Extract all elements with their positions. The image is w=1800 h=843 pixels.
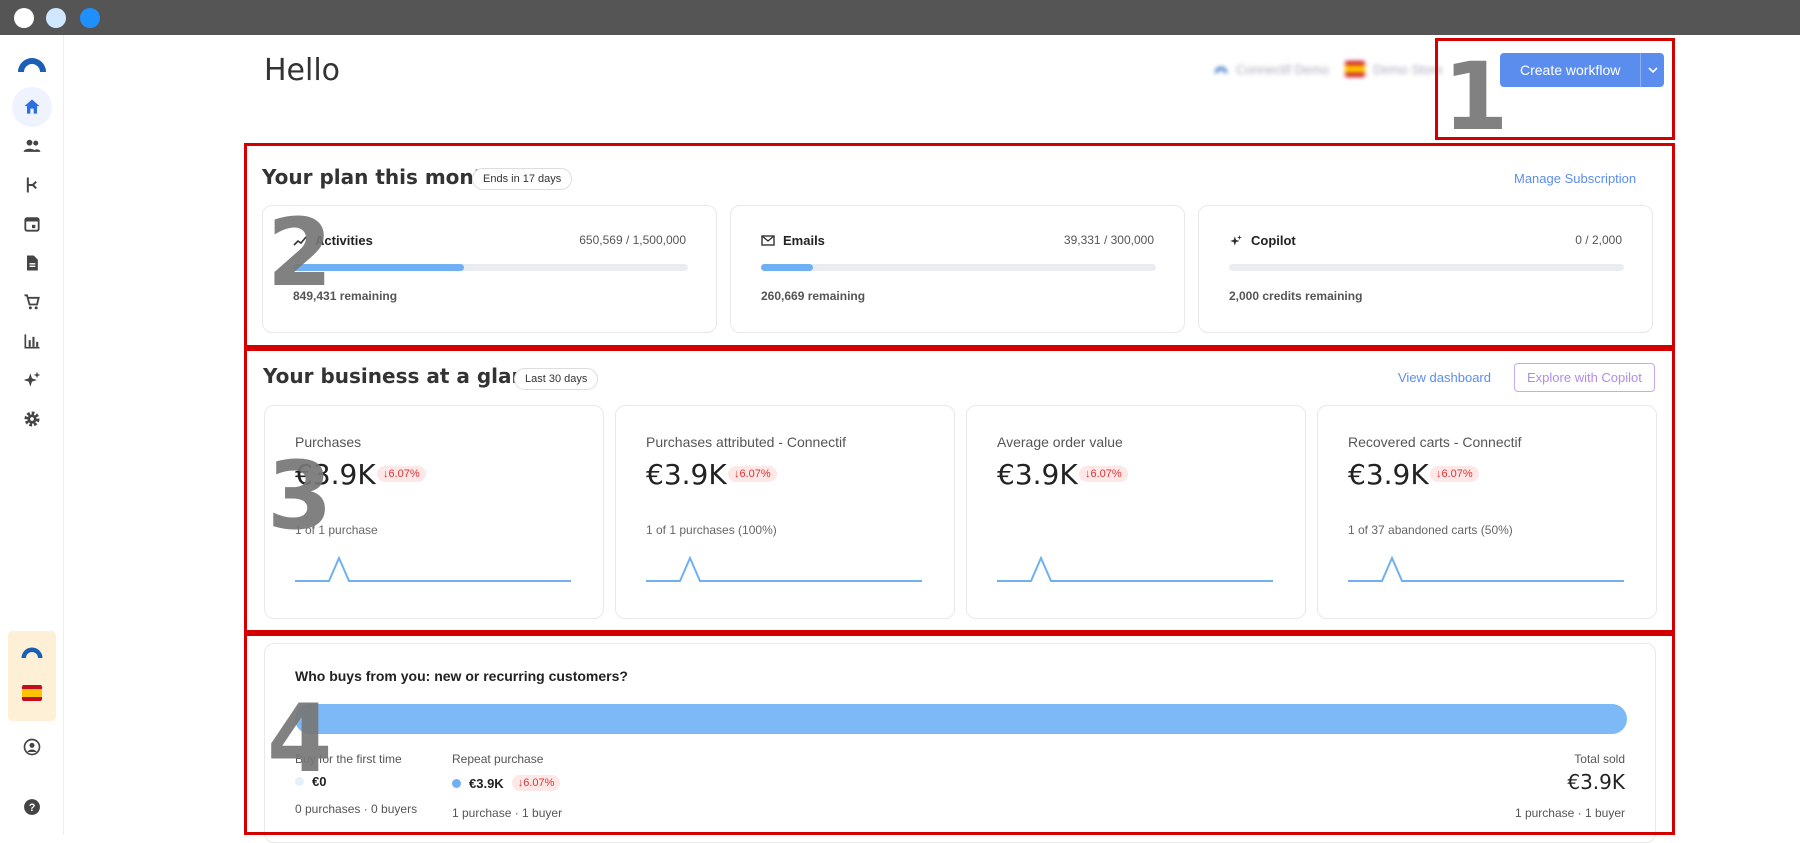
store-name: Demo Store — [1373, 61, 1443, 77]
sidebar-item-documents[interactable] — [12, 243, 52, 283]
annotation-number-3: 3 — [267, 442, 333, 551]
sidebar-item-account[interactable] — [12, 727, 52, 767]
sidebar-item-analytics[interactable] — [12, 321, 52, 361]
main-content: Hello Connectif Demo Demo Store Create w… — [64, 35, 1800, 843]
spain-flag-icon — [1345, 61, 1366, 77]
connectif-logo-icon[interactable] — [16, 55, 48, 73]
annotation-number-1: 1 — [1443, 43, 1509, 152]
window-titlebar — [0, 0, 1800, 35]
spain-flag-icon — [22, 685, 42, 701]
calendar-icon — [24, 217, 40, 232]
annotation-number-2: 2 — [267, 199, 333, 308]
sidebar-item-calendar[interactable] — [12, 204, 52, 244]
annotation-box-4 — [244, 633, 1675, 835]
gear-icon — [24, 411, 40, 427]
close-window-button[interactable] — [14, 8, 34, 28]
cart-icon — [24, 294, 40, 310]
document-icon — [27, 255, 38, 271]
sidebar-item-contacts[interactable] — [12, 126, 52, 166]
account-name: Connectif Demo — [1236, 61, 1330, 77]
svg-text:?: ? — [29, 802, 36, 814]
page-title: Hello — [264, 53, 341, 88]
sidebar-item-help[interactable]: ? — [12, 787, 52, 827]
sidebar-item-home[interactable] — [12, 87, 52, 127]
sidebar-item-settings[interactable] — [12, 399, 52, 439]
user-circle-icon — [23, 738, 41, 756]
connectif-logo-icon — [21, 647, 43, 658]
account-selector[interactable]: Connectif Demo Demo Store — [1214, 61, 1443, 77]
annotation-number-4: 4 — [267, 685, 333, 794]
sparkle-icon — [23, 371, 41, 387]
sidebar: ? — [0, 35, 64, 835]
help-icon: ? — [24, 799, 40, 815]
annotation-box-2 — [244, 143, 1675, 348]
sidebar-item-shop[interactable] — [12, 282, 52, 322]
bar-chart-icon — [24, 334, 40, 349]
annotation-box-3 — [244, 348, 1675, 633]
workflow-icon — [26, 177, 37, 193]
maximize-window-button[interactable] — [80, 8, 100, 28]
store-switcher[interactable] — [8, 631, 56, 721]
minimize-window-button[interactable] — [46, 8, 66, 28]
sidebar-item-copilot[interactable] — [12, 360, 52, 400]
connectif-logo-icon — [1214, 66, 1228, 73]
home-icon — [24, 99, 40, 114]
sidebar-item-workflows[interactable] — [12, 165, 52, 205]
users-icon — [23, 139, 41, 152]
